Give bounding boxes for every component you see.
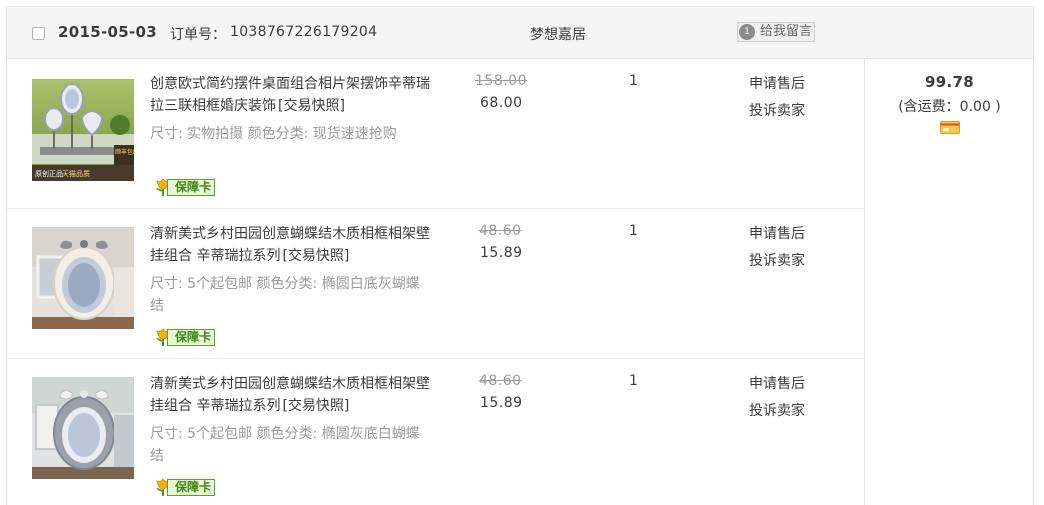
product-title[interactable]: 清新美式乡村田园创意蝴蝶结木质相框相架壁挂组合 辛蒂瑞拉系列 [交易快照] (150, 373, 430, 417)
shop-name-link[interactable]: 梦想嘉居 (530, 24, 586, 44)
guarantee-card-badge[interactable]: 保障卡 (153, 477, 217, 497)
svg-text:顺丰包邮: 顺丰包邮 (115, 148, 134, 156)
product-title[interactable]: 清新美式乡村田园创意蝴蝶结木质相框相架壁挂组合 辛蒂瑞拉系列 [交易快照] (150, 223, 430, 267)
product-spec: 尺寸: 5个起包邮 颜色分类: 椭圆白底灰蝴蝶结 (150, 276, 420, 314)
guarantee-card-badge[interactable]: 保障卡 (153, 327, 217, 347)
actual-price: 15.89 (480, 395, 523, 411)
order-number-label: 订单号： (170, 27, 226, 43)
original-price: 48.60 (479, 223, 522, 239)
guarantee-card-label: 保障卡 (167, 179, 215, 196)
order-item: 清新美式乡村田园创意蝴蝶结木质相框相架壁挂组合 辛蒂瑞拉系列 [交易快照] 尺寸:… (7, 359, 864, 505)
svg-text:原创正品: 原创正品 (35, 169, 63, 178)
message-count-icon: 1 (739, 24, 755, 40)
complain-seller-link[interactable]: 投诉卖家 (749, 250, 805, 270)
guarantee-card-label: 保障卡 (167, 479, 215, 496)
complain-seller-link[interactable]: 投诉卖家 (749, 400, 805, 420)
product-thumbnail[interactable] (32, 377, 134, 479)
shipping-fee-note: (含运费：0.00 ) (898, 99, 1001, 115)
credit-card-icon[interactable] (940, 121, 960, 134)
leave-message-label: 给我留言 (760, 24, 813, 39)
order-select-checkbox[interactable] (32, 27, 45, 40)
trade-snapshot-link[interactable]: [交易快照] (278, 98, 345, 114)
apply-after-sale-link[interactable]: 申请售后 (749, 373, 805, 393)
product-spec: 尺寸: 实物拍摄 颜色分类: 现货速速抢购 (150, 126, 397, 142)
trade-snapshot-link[interactable]: [交易快照] (282, 398, 349, 414)
order-card: 2015-05-03 订单号： 1038767226179204 梦想嘉居 1 … (6, 6, 1034, 505)
guarantee-card-badge[interactable]: 保障卡 (153, 177, 217, 197)
svg-text:天猫品质: 天猫品质 (62, 169, 90, 178)
quantity: 1 (629, 373, 638, 389)
quantity: 1 (629, 73, 638, 89)
product-thumbnail[interactable]: 原创正品 天猫品质 顺丰包邮 (32, 79, 134, 181)
order-header: 2015-05-03 订单号： 1038767226179204 梦想嘉居 1 … (7, 7, 1033, 59)
photo-frame-trio-icon: 原创正品 天猫品质 顺丰包邮 (32, 79, 134, 181)
trade-snapshot-link[interactable]: [交易快照] (282, 248, 349, 264)
oval-bow-frame-icon (32, 227, 134, 329)
order-number: 1038767226179204 (230, 24, 378, 40)
oval-bow-frame-icon (32, 377, 134, 479)
order-items: 原创正品 天猫品质 顺丰包邮 创意欧式简约摆件桌面组合相片架摆饰辛蒂瑞拉三联相框… (7, 59, 864, 505)
product-spec: 尺寸: 5个起包邮 颜色分类: 椭圆灰底白蝴蝶结 (150, 426, 420, 464)
order-item: 原创正品 天猫品质 顺丰包邮 创意欧式简约摆件桌面组合相片架摆饰辛蒂瑞拉三联相框… (7, 59, 864, 209)
order-total-column: 99.78 (含运费：0.00 ) (864, 59, 1033, 505)
product-title[interactable]: 创意欧式简约摆件桌面组合相片架摆饰辛蒂瑞拉三联相框婚庆装饰 [交易快照] (150, 73, 430, 117)
apply-after-sale-link[interactable]: 申请售后 (749, 223, 805, 243)
order-item: 清新美式乡村田园创意蝴蝶结木质相框相架壁挂组合 辛蒂瑞拉系列 [交易快照] 尺寸:… (7, 209, 864, 359)
quantity: 1 (629, 223, 638, 239)
complain-seller-link[interactable]: 投诉卖家 (749, 100, 805, 120)
actual-price: 15.89 (480, 245, 523, 261)
original-price: 158.00 (475, 73, 527, 89)
leave-message-button[interactable]: 1 给我留言 (737, 22, 816, 42)
original-price: 48.60 (479, 373, 522, 389)
product-thumbnail[interactable] (32, 227, 134, 329)
guarantee-card-label: 保障卡 (167, 329, 215, 346)
apply-after-sale-link[interactable]: 申请售后 (749, 73, 805, 93)
order-total-amount: 99.78 (925, 73, 974, 91)
actual-price: 68.00 (480, 95, 523, 111)
order-date: 2015-05-03 (58, 23, 157, 41)
